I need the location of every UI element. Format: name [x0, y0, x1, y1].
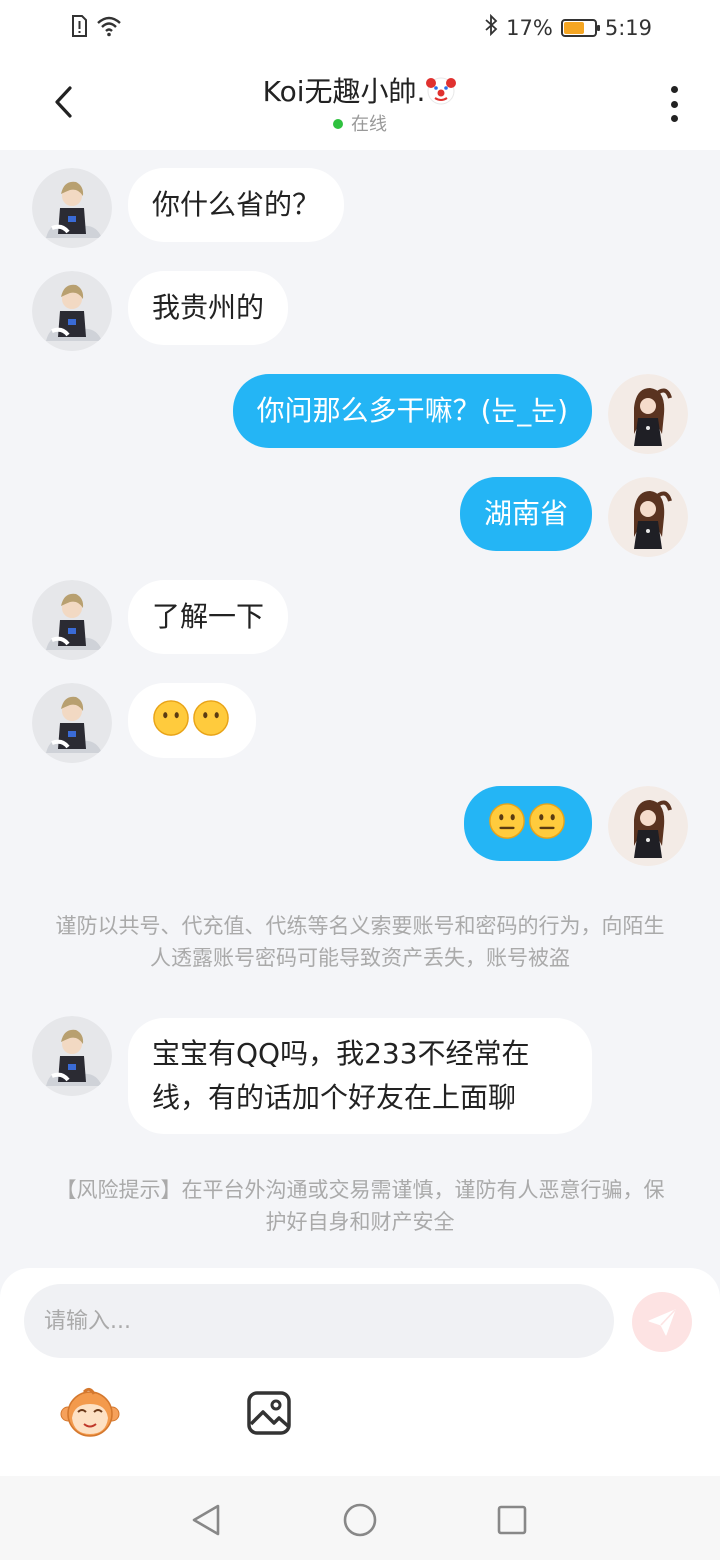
message-row — [0, 786, 720, 866]
neutral-face-icon — [529, 803, 565, 839]
bluetooth-icon — [484, 13, 498, 41]
outgoing-message-bubble[interactable]: 湖南省 — [459, 477, 592, 551]
wifi-icon — [96, 15, 122, 41]
contact-avatar[interactable] — [32, 1016, 112, 1096]
sim-alert-icon — [70, 14, 88, 42]
outgoing-message-bubble[interactable]: 你问那么多干嘛？(눈_눈) — [232, 374, 592, 448]
image-picker-button[interactable] — [246, 1390, 292, 1436]
outgoing-emoji-bubble[interactable] — [464, 786, 592, 861]
contact-avatar[interactable] — [32, 580, 112, 660]
system-navigation-bar — [0, 1476, 720, 1560]
clown-face-icon — [426, 77, 457, 105]
monkey-face-icon — [60, 1387, 120, 1437]
my-avatar[interactable] — [608, 786, 688, 866]
online-dot — [333, 119, 343, 129]
contact-avatar[interactable] — [32, 271, 112, 351]
send-icon — [648, 1309, 676, 1336]
risk-warning-notice: 【风险提示】在平台外沟通或交易需谨慎，谨防有人恶意行骗，保护好自身和财产安全 — [55, 1178, 665, 1234]
chat-header: Koi无趣小帥. 在线 — [0, 56, 720, 150]
more-options-button[interactable] — [658, 82, 690, 126]
message-line: 线，有的话加个好友在上面聊 — [152, 1081, 517, 1114]
message-row: 宝宝有QQ吗，我233不经常在 线，有的话加个好友在上面聊 — [0, 1016, 720, 1134]
incoming-message-bubble[interactable]: 宝宝有QQ吗，我233不经常在 线，有的话加个好友在上面聊 — [128, 1018, 592, 1134]
battery-icon — [560, 18, 600, 37]
contact-avatar[interactable] — [32, 168, 112, 248]
emoji-sticker-button[interactable] — [60, 1384, 120, 1440]
clock: 5:19 — [604, 15, 652, 40]
nav-home-button[interactable] — [338, 1498, 382, 1542]
message-row — [0, 683, 720, 763]
neutral-face-icon — [489, 803, 525, 839]
message-row: 你问那么多干嘛？(눈_눈) — [0, 374, 720, 454]
message-row: 了解一下 — [0, 580, 720, 660]
nav-back-button[interactable] — [184, 1498, 228, 1542]
contact-name: Koi无趣小帥. — [262, 75, 426, 108]
message-line: 宝宝有QQ吗，我233不经常在 — [152, 1037, 530, 1070]
more-dot — [670, 100, 678, 108]
battery-percent: 17% — [506, 15, 553, 40]
account-safety-notice: 谨防以共号、代充值、代练等名义索要账号和密码的行为，向陌生人透露账号密码可能导致… — [55, 914, 665, 970]
message-row: 湖南省 — [0, 477, 720, 557]
chat-title: Koi无趣小帥. — [0, 70, 720, 110]
send-button[interactable] — [632, 1292, 692, 1352]
incoming-message-bubble[interactable]: 我贵州的 — [128, 271, 289, 345]
no-mouth-face-icon — [153, 700, 189, 736]
incoming-emoji-bubble[interactable] — [128, 683, 256, 758]
no-mouth-face-icon — [193, 700, 229, 736]
incoming-message-bubble[interactable]: 了解一下 — [128, 580, 289, 654]
triangle-back-icon — [192, 1504, 220, 1536]
status-bar: 17% 5:19 — [0, 0, 720, 56]
more-dot — [670, 115, 678, 122]
more-dot — [670, 86, 678, 93]
presence-status: 在线 — [0, 110, 720, 136]
message-row: 你什么省的？ — [0, 168, 720, 248]
image-icon — [247, 1391, 291, 1435]
message-row: 我贵州的 — [0, 271, 720, 351]
presence-label: 在线 — [351, 114, 387, 135]
nav-recents-button[interactable] — [490, 1498, 534, 1542]
my-avatar[interactable] — [608, 477, 688, 557]
contact-avatar[interactable] — [32, 683, 112, 763]
my-avatar[interactable] — [608, 374, 688, 454]
message-input[interactable] — [24, 1284, 614, 1358]
input-panel — [0, 1268, 720, 1476]
circle-home-icon — [343, 1503, 377, 1537]
square-recents-icon — [497, 1505, 527, 1535]
incoming-message-bubble[interactable]: 你什么省的？ — [128, 168, 345, 242]
battery-level — [563, 21, 584, 34]
